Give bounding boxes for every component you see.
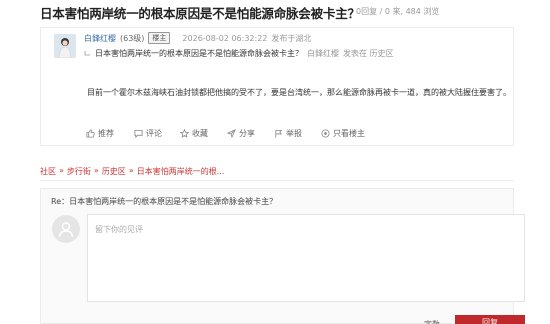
share-label: 分享 (239, 128, 255, 138)
reply-avatar (52, 215, 80, 243)
post-content: 目前一个霍尔木兹海峡石油封锁都把他搞的受不了，要是台湾统一，那么能源命脉再被卡一… (87, 88, 511, 97)
ref-author[interactable]: 白鋒红樱 (307, 48, 339, 59)
star-icon (180, 128, 189, 138)
breadcrumb-item-street[interactable]: 步行街 (67, 166, 91, 177)
breadcrumb-divider (40, 180, 514, 181)
report-button[interactable]: 举报 (274, 128, 302, 139)
breadcrumb-item-history[interactable]: 历史区 (102, 166, 126, 177)
author-name[interactable]: 白鋒红樱 (84, 33, 116, 44)
main-post: 白鋒红樱 (63级) 楼主 2026-08-02 06:32:22 发布于湖北 … (40, 27, 514, 146)
reply-panel: Re：日本害怕两岸统一的根本原因是不是怕能源命脉会被卡主？ 字数 回复 (40, 188, 525, 324)
recommend-button[interactable]: 推荐 (86, 128, 114, 139)
thumbs-up-icon (86, 128, 95, 138)
favorite-label: 收藏 (192, 128, 208, 138)
reply-title: Re：日本害怕两岸统一的根本原因是不是怕能源命脉会被卡主？ (51, 197, 278, 206)
flag-icon (275, 129, 283, 138)
post-ref-line: 日本害怕两岸统一的根本原因是不是怕能源命脉会被卡主？ 白鋒红樱 发表在 历史区 (84, 48, 394, 59)
share-icon (227, 128, 236, 138)
comment-button[interactable]: 评论 (134, 128, 162, 139)
reply-input-wrapper (87, 214, 525, 302)
reply-submit-button[interactable]: 回复 (455, 315, 525, 324)
thread-title: 日本害怕两岸统一的根本原因是不是怕能源命脉会被卡主？ (40, 6, 360, 21)
report-label: 举报 (286, 128, 302, 138)
breadcrumb-item-community[interactable]: 社区 (40, 166, 56, 177)
post-meta: 白鋒红樱 (63级) 楼主 2026-08-02 06:32:22 发布于湖北 (84, 32, 311, 44)
thread-stats: 0回复 / 0 来, 484 浏览 (356, 7, 440, 16)
post-location: 发布于湖北 (271, 33, 312, 43)
user-placeholder-icon (58, 222, 74, 238)
breadcrumb-separator: » (93, 166, 99, 175)
reply-textarea[interactable] (88, 215, 524, 301)
author-only-button[interactable]: 只看楼主 (321, 128, 365, 139)
eye-icon (321, 128, 330, 138)
recommend-label: 推荐 (98, 128, 114, 138)
post-actions: 推荐 评论 收藏 分享 举报 只看楼主 (41, 121, 513, 145)
share-button[interactable]: 分享 (227, 128, 255, 139)
host-badge: 楼主 (148, 32, 171, 44)
breadcrumb-item-current[interactable]: 日本害怕两岸统一的根... (137, 166, 225, 177)
breadcrumb-separator: » (128, 166, 134, 175)
favorite-button[interactable]: 收藏 (180, 128, 208, 139)
post-time: 2026-08-02 06:32:22 (182, 33, 268, 43)
author-level: (63级) (120, 33, 145, 43)
quote-icon (84, 51, 90, 56)
breadcrumb-separator: » (59, 166, 64, 175)
ref-title[interactable]: 日本害怕两岸统一的根本原因是不是怕能源命脉会被卡主？ (95, 48, 303, 59)
comment-label: 评论 (146, 128, 162, 138)
reply-word-count: 字数 (424, 319, 440, 324)
author-only-label: 只看楼主 (333, 128, 365, 138)
breadcrumb: 社区 » 步行街 » 历史区 » 日本害怕两岸统一的根... (40, 166, 224, 177)
comment-icon (134, 129, 143, 138)
author-avatar[interactable] (54, 34, 76, 58)
ref-board[interactable]: 发表在 历史区 (343, 48, 394, 59)
